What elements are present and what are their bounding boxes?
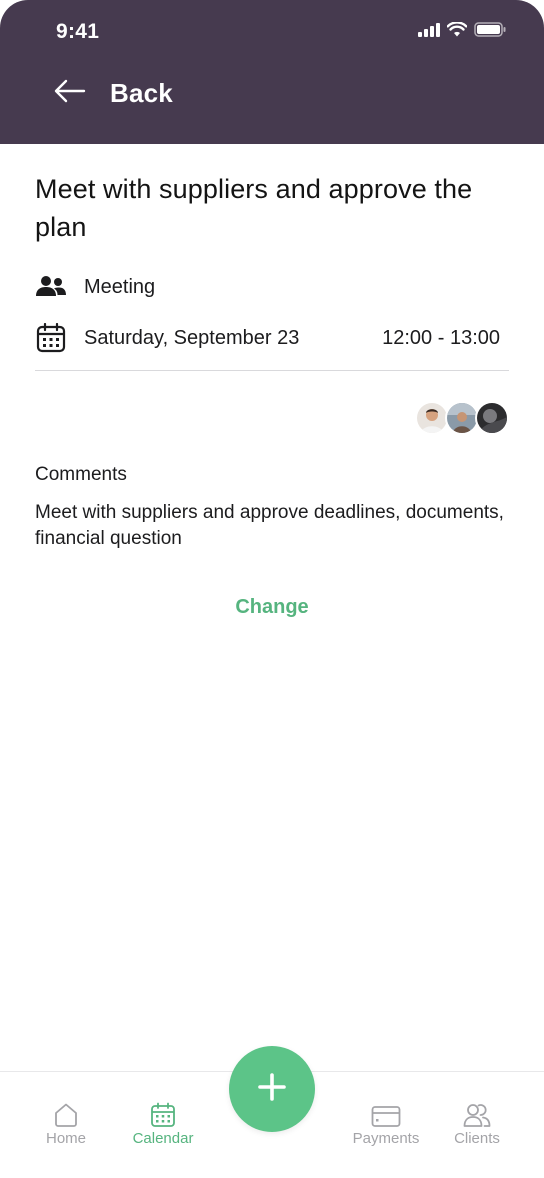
event-type: Meeting — [84, 275, 156, 298]
cellular-signal-icon — [418, 22, 440, 42]
tab-clients[interactable]: Clients — [447, 1096, 507, 1147]
status-icons — [418, 21, 506, 42]
credit-card-icon — [371, 1096, 401, 1128]
event-type-row: Meeting — [35, 270, 509, 304]
event-date-row: Saturday, September 23 12:00 - 13:00 — [35, 321, 509, 355]
tab-label: Clients — [454, 1130, 500, 1147]
tab-label: Home — [45, 1130, 86, 1147]
home-icon — [53, 1096, 79, 1128]
tab-home[interactable]: Home — [37, 1096, 95, 1147]
tab-label: Payments — [352, 1130, 420, 1147]
comments-label: Comments — [35, 464, 127, 485]
status-time: 9:41 — [56, 20, 100, 43]
tab-calendar[interactable]: Calendar — [124, 1096, 202, 1147]
calendar-icon — [35, 322, 67, 354]
wifi-icon — [446, 21, 468, 42]
event-title: Meet with suppliers and approve the plan — [35, 174, 473, 242]
comments-text: Meet with suppliers and approve deadline… — [35, 502, 504, 549]
tab-label: Calendar — [132, 1130, 194, 1147]
arrow-left-icon — [54, 79, 86, 108]
avatar — [445, 401, 479, 435]
users-icon — [463, 1096, 491, 1128]
back-button[interactable]: Back — [54, 74, 173, 112]
calendar-icon — [150, 1096, 176, 1128]
participants-avatars[interactable] — [35, 401, 509, 435]
avatar — [475, 401, 509, 435]
avatar — [415, 401, 449, 435]
battery-icon — [474, 22, 506, 42]
add-event-button[interactable] — [229, 1046, 315, 1132]
plus-icon — [257, 1072, 287, 1107]
divider — [35, 370, 509, 371]
back-label: Back — [110, 77, 173, 108]
event-details: Meet with suppliers and approve the plan… — [35, 170, 509, 619]
people-icon — [35, 271, 67, 303]
change-button[interactable]: Change — [235, 596, 308, 619]
tab-payments[interactable]: Payments — [344, 1096, 428, 1147]
top-app-bar: 9:41 Back — [0, 0, 544, 144]
event-date: Saturday, September 23 — [84, 326, 300, 349]
event-time-range: 12:00 - 13:00 — [382, 326, 500, 349]
